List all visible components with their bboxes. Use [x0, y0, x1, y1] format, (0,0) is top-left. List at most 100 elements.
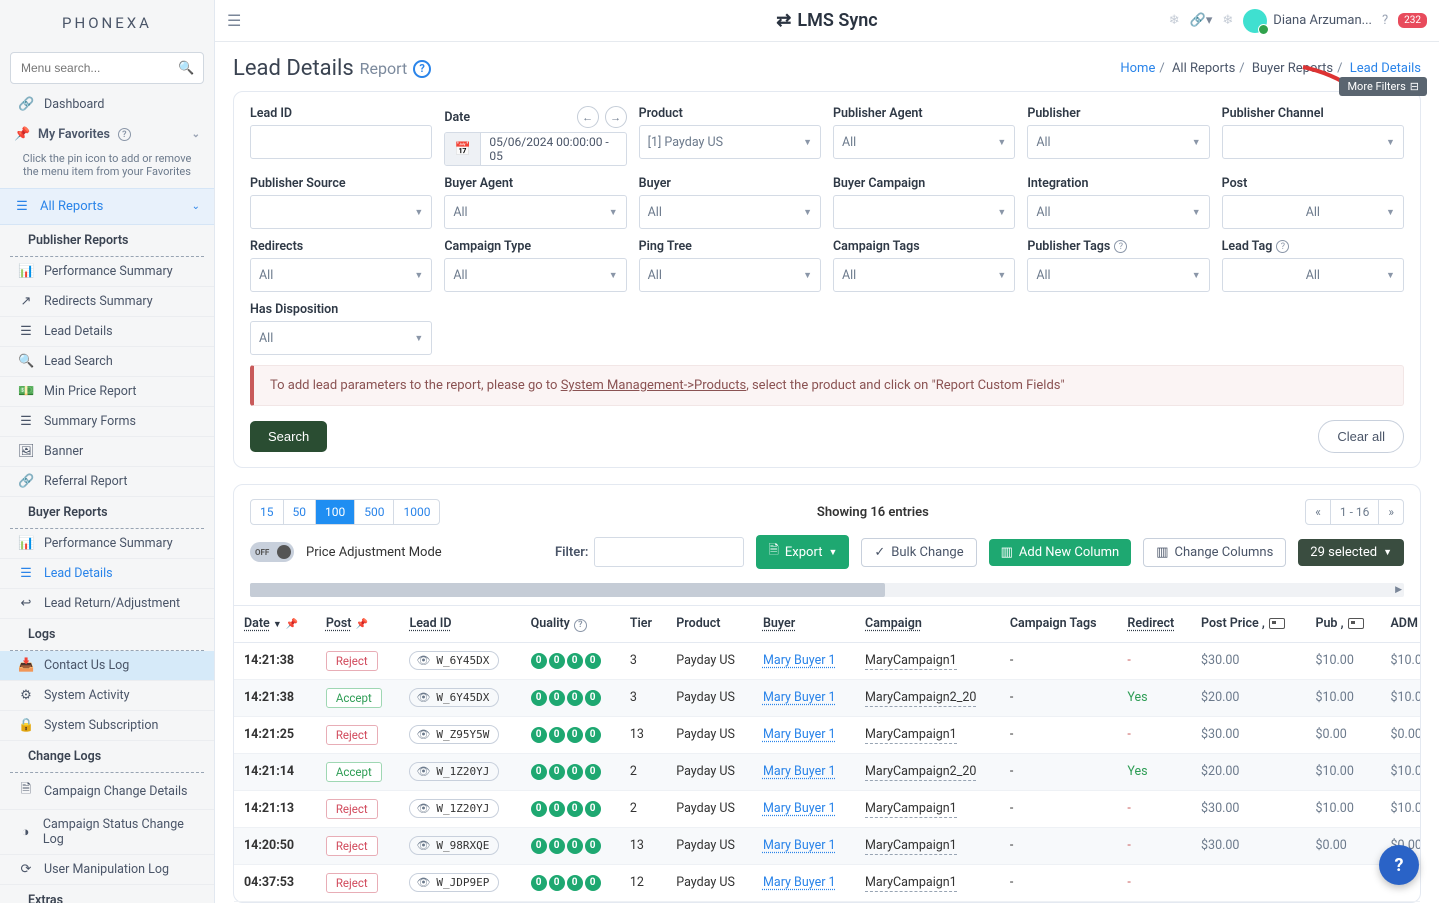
lead-chip[interactable]: 👁W_JDP9EP [409, 873, 499, 892]
price-adjustment-toggle[interactable] [250, 542, 294, 562]
publisher-channel-select[interactable]: ▼ [1222, 125, 1404, 159]
page-size-option[interactable]: 1000 [394, 500, 439, 524]
search-button[interactable]: Search [250, 421, 327, 452]
sidebar-item-campaign-status[interactable]: ◑Campaign Status Change Log [0, 810, 214, 855]
notice-link[interactable]: System Management->Products [561, 378, 747, 393]
col-leadid[interactable]: Lead ID [399, 606, 520, 643]
sidebar-item-perf-summary[interactable]: 📊Performance Summary [0, 257, 214, 287]
col-quality[interactable]: Quality? [521, 606, 620, 643]
col-buyer[interactable]: Buyer [753, 606, 855, 643]
table-row[interactable]: 14:21:14Accept👁W_1Z20YJ00002Payday USMar… [234, 753, 1420, 790]
table-row[interactable]: 14:21:25Reject👁W_Z95Y5W000013Payday USMa… [234, 716, 1420, 753]
col-redirect[interactable]: Redirect [1117, 606, 1191, 643]
sidebar-item-lead-return[interactable]: ↩Lead Return/Adjustment [0, 589, 214, 619]
buyer-link[interactable]: Mary Buyer 1 [763, 653, 836, 668]
page-size-option[interactable]: 500 [355, 500, 394, 524]
sidebar-item-lead-details[interactable]: ☰Lead Details [0, 317, 214, 347]
link-icon[interactable]: 🔗▾ [1190, 13, 1213, 28]
help-icon[interactable]: ? [574, 619, 587, 632]
help-icon[interactable]: ? [118, 128, 131, 141]
more-filters-button[interactable]: More Filters ⊟ [1339, 77, 1427, 96]
add-column-button[interactable]: ▥Add New Column [989, 539, 1132, 566]
buyer-link[interactable]: Mary Buyer 1 [763, 690, 836, 705]
buyer-select[interactable]: All▼ [639, 195, 821, 229]
campaign-link[interactable]: MaryCampaign2_20 [865, 764, 976, 781]
campaign-link[interactable]: MaryCampaign1 [865, 875, 957, 892]
scrollbar-thumb[interactable] [250, 583, 885, 597]
lead-id-input[interactable] [250, 125, 432, 159]
buyer-link[interactable]: Mary Buyer 1 [763, 801, 836, 816]
sidebar-item-campaign-change[interactable]: 🗎Campaign Change Details [0, 773, 214, 810]
table-row[interactable]: 14:21:38Accept👁W_6Y45DX00003Payday USMar… [234, 679, 1420, 716]
lead-chip[interactable]: 👁W_6Y45DX [409, 651, 499, 670]
date-next-button[interactable]: → [605, 106, 627, 128]
integration-select[interactable]: All▼ [1027, 195, 1209, 229]
publisher-select[interactable]: All▼ [1027, 125, 1209, 159]
col-product[interactable]: Product [666, 606, 753, 643]
sidebar-group-logs[interactable]: Logs [10, 619, 204, 651]
ping-tree-select[interactable]: All▼ [639, 258, 821, 292]
lead-chip[interactable]: 👁W_Z95Y5W [409, 725, 499, 744]
lead-tag-select[interactable]: All▼ [1222, 258, 1404, 292]
col-postprice[interactable]: Post Price , [1191, 606, 1305, 643]
help-icon[interactable]: ? [413, 60, 431, 78]
user-menu[interactable]: Diana Arzuman... [1243, 9, 1372, 33]
sidebar-group-extras[interactable]: Extras [10, 885, 204, 903]
campaign-link[interactable]: MaryCampaign2_20 [865, 690, 976, 707]
date-range-picker[interactable]: 📅 05/06/2024 00:00:00 - 05 [444, 132, 626, 166]
col-date[interactable]: Date ▼📌 [234, 606, 316, 643]
sidebar-item-dashboard[interactable]: 🔗 Dashboard [0, 90, 214, 119]
col-adm[interactable]: ADM , [1380, 606, 1420, 643]
table-row[interactable]: 04:37:53Reject👁W_JDP9EP000012Payday USMa… [234, 864, 1420, 901]
col-post[interactable]: Post📌 [316, 606, 400, 643]
campaign-type-select[interactable]: All▼ [444, 258, 626, 292]
sidebar-item-summary-forms[interactable]: ☰Summary Forms [0, 407, 214, 437]
table-row[interactable]: 14:21:38Reject👁W_6Y45DX00003Payday USMar… [234, 642, 1420, 679]
table-row[interactable]: 14:21:13Reject👁W_1Z20YJ00002Payday USMar… [234, 790, 1420, 827]
lead-chip[interactable]: 👁W_98RXQE [409, 836, 499, 855]
product-select[interactable]: [1] Payday US▼ [639, 125, 821, 159]
publisher-source-select[interactable]: ▼ [250, 195, 432, 229]
sidebar-item-system-subscription[interactable]: 🔒System Subscription [0, 711, 214, 741]
redirects-select[interactable]: All▼ [250, 258, 432, 292]
columns-selected-button[interactable]: 29 selected▼ [1298, 539, 1404, 566]
date-prev-button[interactable]: ← [577, 106, 599, 128]
col-campaign[interactable]: Campaign [855, 606, 1000, 643]
sidebar-group-publisher[interactable]: Publisher Reports [10, 225, 204, 257]
sidebar-item-system-activity[interactable]: ⚙System Activity [0, 681, 214, 711]
sidebar-item-all-reports[interactable]: ☰ All Reports ⌄ [0, 188, 214, 225]
sidebar-item-buyer-perf[interactable]: 📊Performance Summary [0, 529, 214, 559]
col-tier[interactable]: Tier [620, 606, 666, 643]
page-next-button[interactable]: » [1379, 500, 1403, 524]
buyer-link[interactable]: Mary Buyer 1 [763, 838, 836, 853]
table-row[interactable]: 14:20:50Reject👁W_98RXQE000013Payday USMa… [234, 827, 1420, 864]
sidebar-group-buyer[interactable]: Buyer Reports [10, 497, 204, 529]
sidebar-item-referral[interactable]: 🔗Referral Report [0, 467, 214, 497]
campaign-link[interactable]: MaryCampaign1 [865, 801, 957, 818]
buyer-agent-select[interactable]: All▼ [444, 195, 626, 229]
clear-all-button[interactable]: Clear all [1318, 420, 1404, 453]
export-button[interactable]: 🗎Export▼ [756, 535, 849, 569]
help-icon[interactable]: ? [1276, 240, 1289, 253]
snowflake-icon[interactable]: ❄ [1222, 13, 1233, 28]
pin-icon[interactable]: 📌 [286, 619, 298, 630]
lead-chip[interactable]: 👁W_6Y45DX [409, 688, 499, 707]
pin-icon[interactable]: 📌 [356, 619, 368, 630]
horizontal-scrollbar[interactable]: ◀ ▶ [250, 583, 1404, 597]
sidebar-item-contact-log[interactable]: 📥Contact Us Log [0, 651, 214, 681]
campaign-link[interactable]: MaryCampaign1 [865, 838, 957, 855]
sidebar-item-lead-search[interactable]: 🔍Lead Search [0, 347, 214, 377]
sidebar-item-user-manip[interactable]: ⟳User Manipulation Log [0, 855, 214, 885]
bulk-change-button[interactable]: ✓Bulk Change [861, 538, 976, 567]
sidebar-favorites-header[interactable]: 📌 My Favorites ? ⌄ [0, 119, 214, 150]
help-icon[interactable]: ? [1382, 13, 1388, 28]
campaign-tags-select[interactable]: All▼ [833, 258, 1015, 292]
notification-badge[interactable]: 232 [1398, 13, 1427, 28]
calendar-icon[interactable]: 📅 [445, 133, 481, 165]
page-size-option[interactable]: 100 [316, 500, 355, 524]
change-columns-button[interactable]: ▥Change Columns [1143, 538, 1286, 567]
help-fab[interactable]: ? [1379, 845, 1419, 885]
snowflake-icon[interactable]: ❄ [1169, 13, 1180, 28]
breadcrumb-all[interactable]: All Reports [1172, 61, 1235, 76]
sidebar-item-buyer-lead-details[interactable]: ☰Lead Details [0, 559, 214, 589]
